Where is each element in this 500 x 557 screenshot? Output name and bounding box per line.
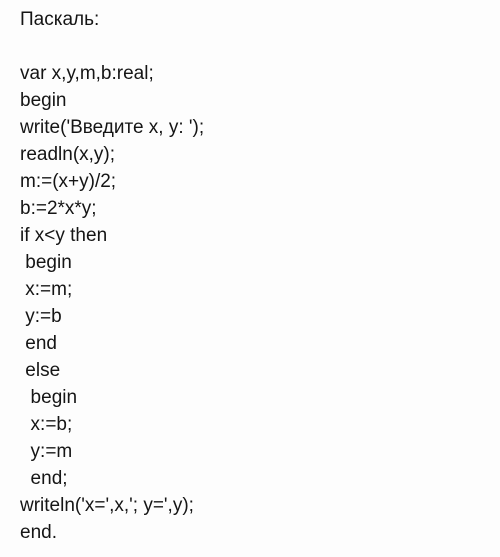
code-line: if x<y then <box>20 225 108 246</box>
code-line: else <box>20 360 61 381</box>
code-line: writeln('x=',x,'; y=',y); <box>20 495 194 516</box>
page-title: Паскаль: <box>20 9 100 30</box>
code-line: x:=m; <box>20 279 73 300</box>
code-line: y:=b <box>20 306 62 327</box>
code-snippet-page: Паскаль: var x,y,m,b:real; begin write('Вв… <box>0 0 500 557</box>
code-line: y:=m <box>20 441 73 462</box>
code-line: x:=b; <box>20 414 73 435</box>
code-line: write('Введите x, y: '); <box>20 117 205 138</box>
code-line: m:=(x+y)/2; <box>20 171 117 192</box>
code-line: begin <box>20 90 67 111</box>
code-line: end; <box>20 468 68 489</box>
pascal-code-block: var x,y,m,b:real; begin write('Введите x, … <box>20 60 500 546</box>
code-line: readln(x,y); <box>20 144 116 165</box>
code-line: end. <box>20 522 57 543</box>
blank-separator-line <box>20 33 500 60</box>
code-line: end <box>20 333 57 354</box>
code-line: begin <box>20 252 72 273</box>
code-line: begin <box>20 387 78 408</box>
code-line: b:=2*x*y; <box>20 198 97 219</box>
code-line: var x,y,m,b:real; <box>20 63 154 84</box>
